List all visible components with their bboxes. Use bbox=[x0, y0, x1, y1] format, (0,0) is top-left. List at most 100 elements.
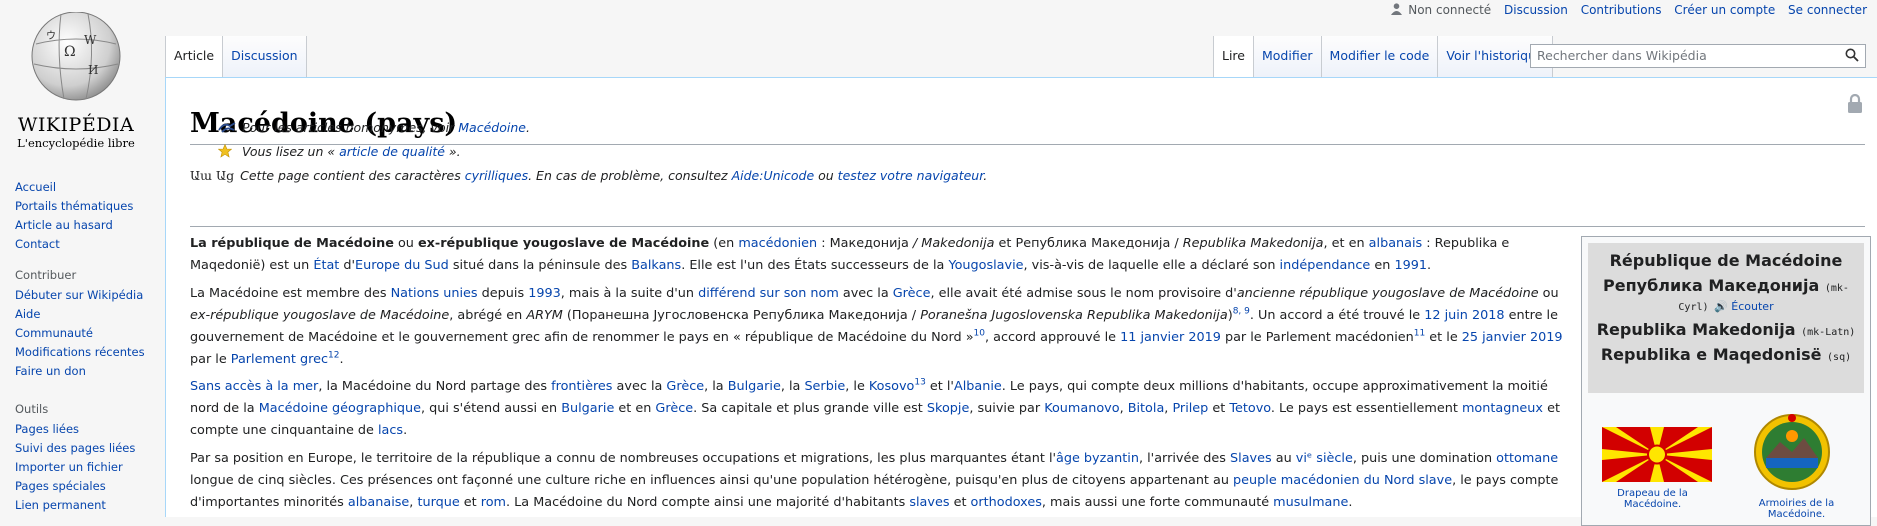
article-link[interactable]: macédonien bbox=[738, 236, 817, 251]
article-link[interactable]: Nations unies bbox=[391, 286, 478, 301]
article-link[interactable]: Sans accès à la mer bbox=[190, 379, 318, 394]
tab-article[interactable]: Article bbox=[165, 36, 223, 77]
article-link[interactable]: montagneux bbox=[1462, 401, 1543, 416]
article-link[interactable]: Koumanovo bbox=[1044, 401, 1119, 416]
article-link[interactable]: Skopje bbox=[927, 401, 969, 416]
aide-unicode-link[interactable]: Aide:Unicode bbox=[732, 168, 815, 183]
create-account-link[interactable]: Créer un compte bbox=[1674, 3, 1775, 17]
cyrilliques-link[interactable]: cyrilliques bbox=[465, 168, 528, 183]
sidebar-item-modifications[interactable]: Modifications récentes bbox=[15, 343, 145, 362]
article-link[interactable]: rom bbox=[481, 495, 506, 510]
sidebar-item-pages-liees[interactable]: Pages liées bbox=[15, 420, 135, 439]
infobox-name-fr: République de Macédoine bbox=[1609, 251, 1843, 270]
article-link[interactable]: Grèce bbox=[893, 286, 931, 301]
personal-contributions-link[interactable]: Contributions bbox=[1581, 3, 1662, 17]
article-link[interactable]: frontières bbox=[551, 379, 612, 394]
sidebar-item-portails[interactable]: Portails thématiques bbox=[15, 197, 133, 216]
sidebar-item-lien-permanent[interactable]: Lien permanent bbox=[15, 496, 135, 515]
article-link[interactable]: Bulgarie bbox=[561, 401, 614, 416]
article-link[interactable]: Balkans bbox=[631, 258, 681, 273]
article-link[interactable]: État bbox=[313, 258, 339, 273]
tab-modifier-code[interactable]: Modifier le code bbox=[1320, 36, 1438, 77]
article-link[interactable]: 1993 bbox=[528, 286, 561, 301]
sidebar-item-pages-speciales[interactable]: Pages spéciales bbox=[15, 477, 135, 496]
article-link[interactable]: Grèce bbox=[655, 401, 693, 416]
article-link[interactable]: Slaves bbox=[1230, 451, 1272, 466]
flag-caption[interactable]: Drapeau de la Macédoine. bbox=[1590, 488, 1715, 510]
infobox-name-sq: Republika e Maqedonisë (sq) bbox=[1600, 345, 1852, 364]
reference-link[interactable]: 8, 9 bbox=[1233, 307, 1250, 317]
search-icon[interactable] bbox=[1845, 48, 1859, 62]
article-link[interactable]: Prilep bbox=[1172, 401, 1208, 416]
article-link[interactable]: Kosovo bbox=[869, 379, 914, 394]
svg-text:ウ: ウ bbox=[46, 30, 56, 42]
reference-link[interactable]: 10 bbox=[974, 329, 985, 339]
tab-lire[interactable]: Lire bbox=[1213, 36, 1253, 77]
lock-icon[interactable] bbox=[1847, 94, 1863, 114]
article-link[interactable]: Macédoine géographique bbox=[259, 401, 421, 416]
sidebar-heading-contribuer: Contribuer bbox=[15, 268, 77, 282]
sidebar-item-aide[interactable]: Aide bbox=[15, 305, 145, 324]
login-link[interactable]: Se connecter bbox=[1788, 3, 1867, 17]
sidebar-item-don[interactable]: Faire un don bbox=[15, 362, 145, 381]
article-link[interactable]: 12 juin 2018 bbox=[1424, 308, 1504, 323]
listen-link[interactable]: 🔊 Écouter bbox=[1714, 300, 1774, 313]
coat-of-arms-image[interactable] bbox=[1752, 412, 1832, 492]
puzzle-globe-icon: Ω W ウ И bbox=[31, 4, 121, 101]
sidebar-item-contact[interactable]: Contact bbox=[15, 235, 133, 254]
wikipedia-logo[interactable]: Ω W ウ И WIKIPÉDIA L'encyclopédie libre bbox=[12, 4, 140, 154]
article-qualite-link[interactable]: article de qualité bbox=[339, 144, 445, 159]
testez-navigateur-link[interactable]: testez votre navigateur bbox=[838, 168, 984, 183]
not-connected-label: Non connecté bbox=[1408, 3, 1492, 17]
article-link[interactable]: lacs bbox=[378, 423, 403, 438]
reference-link[interactable]: 12 bbox=[328, 351, 339, 361]
personal-discussion-link[interactable]: Discussion bbox=[1504, 3, 1568, 17]
article-link[interactable]: 1991 bbox=[1394, 258, 1427, 273]
article-link[interactable]: Serbie bbox=[804, 379, 845, 394]
article-link[interactable]: Grèce bbox=[666, 379, 704, 394]
reference-link[interactable]: 13 bbox=[914, 378, 925, 388]
article-link[interactable]: Yougoslavie bbox=[948, 258, 1023, 273]
infobox-name-cyrl: Република Македонија (mk-Cyrl) 🔊 Écouter bbox=[1603, 276, 1849, 313]
tab-modifier[interactable]: Modifier bbox=[1253, 36, 1321, 77]
article-link[interactable]: Bulgarie bbox=[728, 379, 781, 394]
hatnote-homonymie: Pour les articles homonymes, voir Macédo… bbox=[218, 120, 530, 136]
article-link[interactable]: viᵉ siècle bbox=[1296, 451, 1353, 466]
hatnote-macedoine-link[interactable]: Macédoine bbox=[458, 120, 526, 135]
sidebar-item-debuter[interactable]: Débuter sur Wikipédia bbox=[15, 286, 145, 305]
article-link[interactable]: orthodoxes bbox=[971, 495, 1042, 510]
sidebar-item-accueil[interactable]: Accueil bbox=[15, 178, 133, 197]
infobox: République de Macédoine Република Македо… bbox=[1581, 236, 1871, 526]
article-link[interactable]: albanaise bbox=[348, 495, 409, 510]
sidebar-item-communaute[interactable]: Communauté bbox=[15, 324, 145, 343]
article-link[interactable]: différend sur son nom bbox=[698, 286, 839, 301]
svg-text:W: W bbox=[84, 33, 97, 47]
infobox-name-latn: Republika Makedonija (mk-Latn) bbox=[1596, 320, 1856, 339]
paragraph-geographie: Sans accès à la mer, la Macédoine du Nor… bbox=[190, 377, 1560, 438]
search-input[interactable]: Rechercher dans Wikipédia bbox=[1530, 44, 1866, 68]
reference-link[interactable]: 11 bbox=[1414, 329, 1425, 339]
article-link[interactable]: Europe du Sud bbox=[355, 258, 449, 273]
article-link[interactable]: slaves bbox=[909, 495, 949, 510]
article-link[interactable]: âge byzantin bbox=[1056, 451, 1139, 466]
sidebar-item-importer[interactable]: Importer un fichier bbox=[15, 458, 135, 477]
article-link[interactable]: 25 janvier 2019 bbox=[1462, 330, 1563, 345]
article-link[interactable]: ottomane bbox=[1496, 451, 1558, 466]
sidebar-item-suivi[interactable]: Suivi des pages liées bbox=[15, 439, 135, 458]
article-link[interactable]: Bitola bbox=[1128, 401, 1165, 416]
flag-image[interactable] bbox=[1602, 427, 1712, 482]
article-link[interactable]: Tetovo bbox=[1229, 401, 1271, 416]
sidebar-item-hasard[interactable]: Article au hasard bbox=[15, 216, 133, 235]
article-link[interactable]: 11 janvier 2019 bbox=[1120, 330, 1221, 345]
article-link[interactable]: Parlement grec bbox=[231, 352, 328, 367]
article-link[interactable]: musulmane bbox=[1273, 495, 1348, 510]
article-link[interactable]: indépendance bbox=[1280, 258, 1371, 273]
tab-discussion[interactable]: Discussion bbox=[222, 36, 307, 77]
article-link[interactable]: Albanie bbox=[954, 379, 1002, 394]
article-link[interactable]: peuple macédonien du Nord slave bbox=[1233, 473, 1452, 488]
article-link[interactable]: turque bbox=[417, 495, 459, 510]
disambig-icon bbox=[218, 121, 236, 136]
paragraph-intro: La république de Macédoine ou ex-républi… bbox=[190, 236, 1510, 273]
article-link[interactable]: albanais bbox=[1369, 236, 1423, 251]
lang-code-sq: (sq) bbox=[1827, 352, 1852, 363]
